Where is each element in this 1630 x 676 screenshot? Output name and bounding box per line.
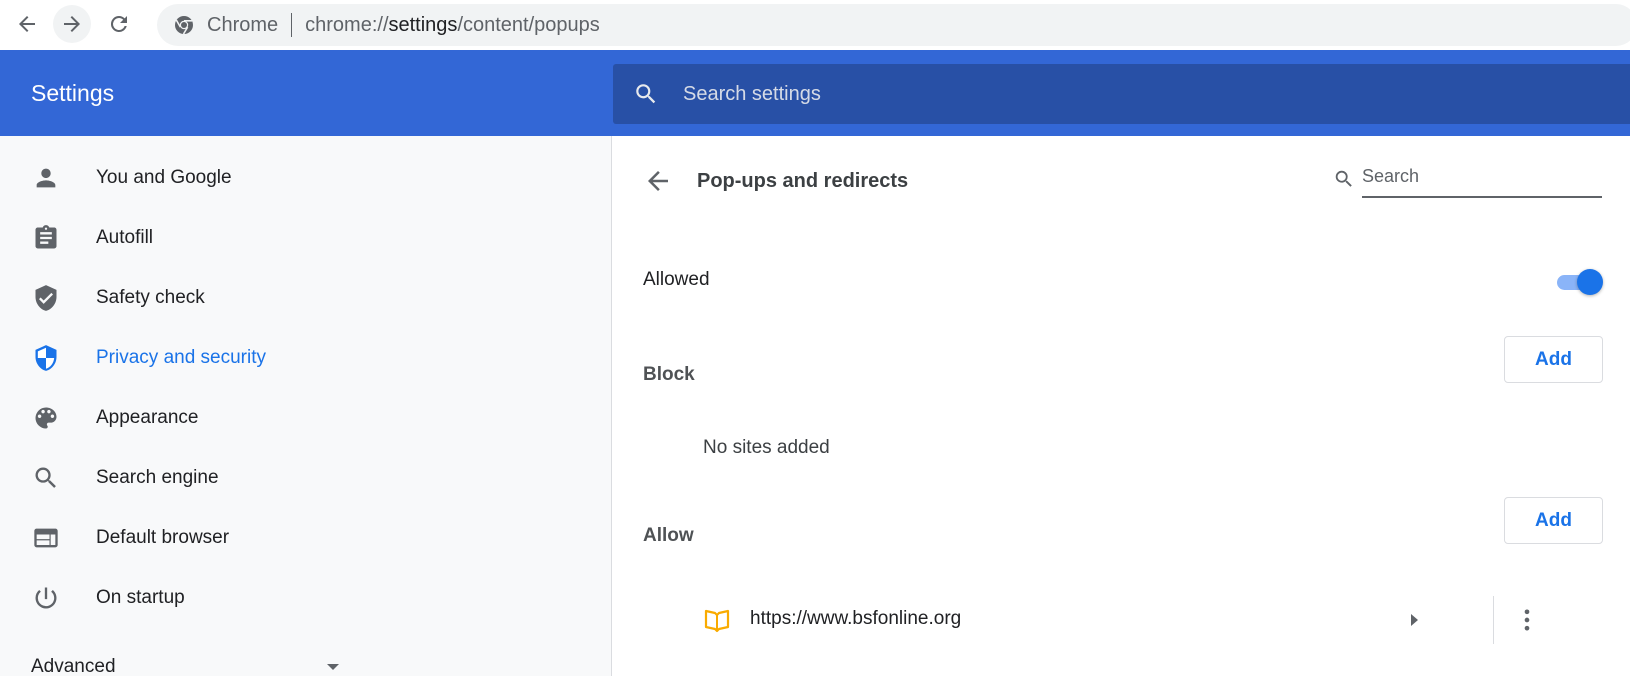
- sidebar-item-default-browser[interactable]: Default browser: [0, 508, 612, 568]
- omnibox-chip-label: Chrome: [207, 13, 279, 36]
- clipboard-icon: [35, 225, 57, 249]
- url-prefix: chrome://: [305, 13, 389, 36]
- allow-add-button[interactable]: Add: [1504, 497, 1603, 544]
- search-icon: [1335, 170, 1352, 187]
- block-add-button[interactable]: Add: [1504, 336, 1603, 383]
- sidebar-item-appearance[interactable]: Appearance: [0, 388, 612, 448]
- more-vert-icon[interactable]: [1513, 606, 1541, 634]
- caret-down-icon: [327, 664, 339, 670]
- back-button[interactable]: [8, 5, 46, 43]
- person-icon: [36, 168, 56, 188]
- subpage-search-input[interactable]: Search: [1333, 162, 1603, 198]
- browser-toolbar: Chrome chrome://settings/content/popups: [0, 0, 1630, 50]
- arrow-right-icon: [64, 16, 80, 32]
- main-content: Pop-ups and redirects Search Allowed Blo…: [613, 136, 1630, 676]
- search-icon: [636, 84, 656, 104]
- search-underline: [1362, 196, 1602, 198]
- sidebar-item-privacy-and-security[interactable]: Privacy and security: [0, 328, 612, 388]
- allow-section-label: Allow: [643, 525, 694, 546]
- sidebar-item-you-and-google[interactable]: You and Google: [0, 148, 612, 208]
- sidebar-item-label: Appearance: [96, 407, 199, 428]
- subpage-title: Pop-ups and redirects: [697, 170, 909, 192]
- block-section-label: Block: [643, 364, 695, 385]
- chrome-logo-icon: [175, 16, 193, 35]
- sidebar-item-label: Search engine: [96, 467, 219, 488]
- site-url: https://www.bsfonline.org: [750, 608, 962, 629]
- sidebar-item-label: Default browser: [96, 527, 230, 548]
- advanced-label: Advanced: [31, 656, 116, 676]
- palette-icon: [35, 407, 57, 429]
- sidebar-item-safety-check[interactable]: Safety check: [0, 268, 612, 328]
- sidebar: You and Google Autofill Safety check Pri…: [0, 136, 612, 676]
- browser-window-icon: [34, 528, 58, 548]
- site-list-item[interactable]: https://www.bsfonline.org: [703, 592, 1603, 648]
- block-empty-text: No sites added: [703, 437, 830, 458]
- power-icon: [35, 587, 57, 609]
- sidebar-item-label: Autofill: [96, 227, 154, 248]
- url-path: /content/popups: [457, 13, 600, 36]
- reload-icon: [110, 15, 127, 32]
- search-placeholder: Search: [1362, 166, 1420, 186]
- address-bar[interactable]: Chrome chrome://settings/content/popups: [157, 4, 1630, 46]
- search-icon: [35, 467, 56, 488]
- settings-header: Settings Search settings: [0, 50, 1630, 136]
- sidebar-item-search-engine[interactable]: Search engine: [0, 448, 612, 508]
- allowed-label: Allowed: [643, 269, 710, 290]
- url-host: settings: [388, 13, 458, 36]
- sidebar-advanced-toggle[interactable]: Advanced: [31, 656, 341, 676]
- search-placeholder: Search settings: [683, 82, 821, 105]
- shield-check-icon: [35, 285, 57, 311]
- forward-button[interactable]: [53, 5, 91, 43]
- sidebar-item-label: Privacy and security: [96, 347, 267, 368]
- omnibox-divider: [291, 13, 293, 37]
- allowed-toggle[interactable]: [1555, 267, 1603, 297]
- page-title: Settings: [31, 80, 115, 106]
- url-text[interactable]: chrome://settings/content/popups: [305, 14, 600, 37]
- caret-right-icon[interactable]: [1404, 610, 1424, 630]
- reload-button[interactable]: [100, 5, 138, 43]
- shield-icon: [35, 345, 57, 371]
- sidebar-item-autofill[interactable]: Autofill: [0, 208, 612, 268]
- open-book-icon: [704, 609, 730, 633]
- sidebar-item-on-startup[interactable]: On startup: [0, 568, 612, 628]
- toggle-knob: [1577, 269, 1603, 295]
- sidebar-item-label: You and Google: [96, 167, 232, 188]
- settings-search-input[interactable]: Search settings: [613, 64, 1630, 124]
- sidebar-item-label: On startup: [96, 587, 185, 608]
- row-divider: [1493, 596, 1494, 644]
- back-arrow-icon[interactable]: [643, 166, 673, 196]
- sidebar-item-label: Safety check: [96, 287, 205, 308]
- arrow-left-icon: [19, 16, 35, 32]
